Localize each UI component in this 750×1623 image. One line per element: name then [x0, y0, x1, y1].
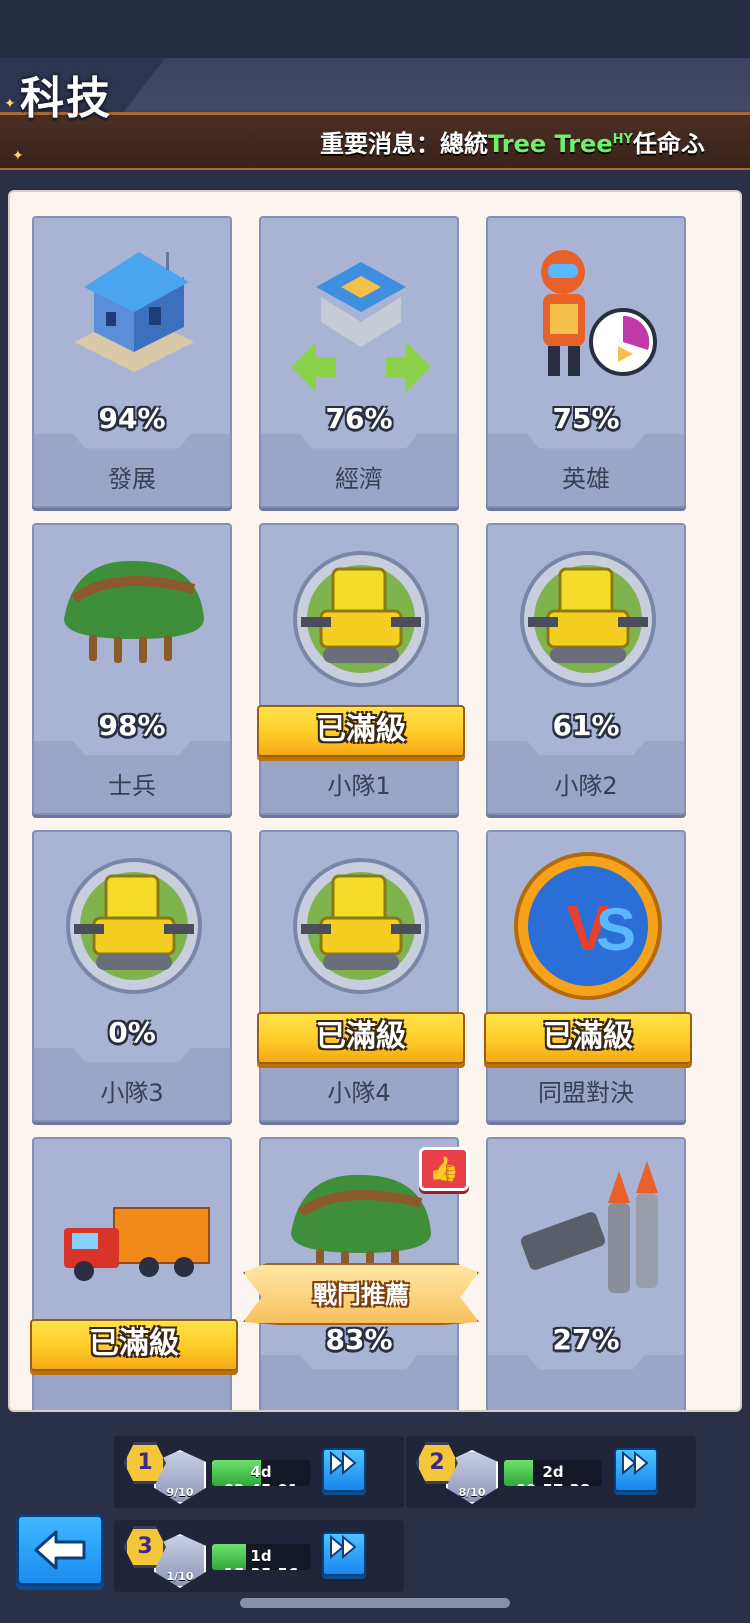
sparkle-icon: ✦ — [12, 148, 24, 164]
speedup-button[interactable] — [322, 1532, 366, 1576]
tech-card[interactable]: 小隊2 61% — [486, 523, 686, 815]
thumbs-up-icon: 👍 — [419, 1147, 469, 1191]
tank-icon — [508, 539, 668, 699]
back-button[interactable] — [16, 1514, 104, 1586]
card-label: 小隊1 — [327, 772, 391, 800]
research-queue-slot[interactable]: 28/102d 09:57:38 — [406, 1436, 696, 1508]
news-player-name: Tree Tree — [488, 130, 613, 158]
research-timer: 4d 02:45:01 — [212, 1460, 310, 1486]
tech-card[interactable]: 小隊1 已滿級 — [257, 523, 465, 815]
tech-card[interactable]: 發展 94% — [32, 216, 232, 508]
progress-percent: 83% — [325, 1323, 393, 1356]
tech-card[interactable]: 經濟 76% — [259, 216, 459, 508]
tech-card[interactable]: 27% — [486, 1137, 686, 1410]
tech-card[interactable]: 小隊3 0% — [32, 830, 232, 1122]
helmet-icon — [54, 539, 214, 699]
timer-text: 4d 02:45:01 — [224, 1463, 299, 1486]
card-label: 小隊3 — [100, 1079, 164, 1107]
news-suffix: 任命ふ — [632, 130, 705, 158]
card-footer — [488, 1355, 684, 1410]
card-label: 同盟對決 — [538, 1079, 634, 1107]
progress-percent: 0% — [108, 1016, 156, 1049]
house-icon — [54, 232, 214, 392]
slot-count: 9/10 — [166, 1486, 194, 1499]
headquarters-icon — [281, 232, 441, 392]
arrow-left-icon — [34, 1530, 86, 1570]
progress-percent: 98% — [98, 709, 166, 742]
max-level-badge: 已滿級 — [257, 1012, 465, 1064]
card-label: 小隊2 — [554, 772, 618, 800]
ribbon-text: 戰鬥推薦 — [313, 1281, 409, 1309]
speedup-button[interactable] — [614, 1448, 658, 1492]
tank-icon — [54, 846, 214, 1006]
news-player-tag: HY — [612, 132, 633, 147]
speedup-button[interactable] — [322, 1448, 366, 1492]
research-timer: 2d 09:57:38 — [504, 1460, 602, 1486]
progress-percent: 76% — [325, 402, 393, 435]
tank-icon — [281, 539, 441, 699]
tech-panel[interactable]: 發展 94% 經濟 76% 英雄 75% 士兵 98% 小隊1 已滿級 小隊2 … — [8, 190, 742, 1412]
fast-forward-icon — [330, 1534, 357, 1560]
max-level-badge: 已滿級 — [257, 705, 465, 757]
progress-percent: 27% — [552, 1323, 620, 1356]
tank-icon — [281, 846, 441, 1006]
tech-grid: 發展 94% 經濟 76% 英雄 75% 士兵 98% 小隊1 已滿級 小隊2 … — [10, 192, 740, 1410]
slot-count: 1/10 — [166, 1570, 194, 1583]
research-queue-slot[interactable]: 19/104d 02:45:01 — [114, 1436, 404, 1508]
page-title: 科技 — [20, 73, 112, 124]
tech-card[interactable]: 小隊4 已滿級 — [257, 830, 465, 1122]
card-label: 士兵 — [108, 772, 156, 800]
home-indicator[interactable] — [240, 1598, 510, 1608]
sparkle-icon: ✦ — [4, 96, 16, 112]
truck-icon — [54, 1153, 214, 1313]
card-label: 經濟 — [335, 465, 383, 493]
slot-count: 8/10 — [458, 1486, 486, 1499]
research-timer: 1d 15:35:56 — [212, 1544, 310, 1570]
max-level-badge: 已滿級 — [30, 1319, 238, 1371]
fast-forward-icon — [330, 1450, 357, 1476]
max-level-badge: 已滿級 — [484, 1012, 692, 1064]
timer-text: 1d 15:35:56 — [224, 1547, 299, 1570]
progress-percent: 94% — [98, 402, 166, 435]
news-prefix: 重要消息：總統 — [320, 130, 488, 158]
battle-recommend-ribbon: 戰鬥推薦 — [243, 1263, 479, 1325]
card-label: 小隊4 — [327, 1079, 391, 1107]
tech-card[interactable]: 已滿級 — [30, 1137, 238, 1410]
tech-card[interactable]: 英雄 75% — [486, 216, 686, 508]
card-label: 發展 — [108, 465, 156, 493]
hero-icon — [508, 232, 668, 392]
tech-card[interactable]: 士兵 98% — [32, 523, 232, 815]
card-footer — [261, 1355, 457, 1410]
svg-text:S: S — [596, 896, 636, 963]
timer-text: 2d 09:57:38 — [516, 1463, 591, 1486]
card-label: 英雄 — [562, 465, 610, 493]
progress-percent: 61% — [552, 709, 620, 742]
news-ticker[interactable]: 重要消息：總統Tree TreeHY任命ふ — [320, 124, 750, 162]
status-bar — [0, 0, 750, 58]
tech-card[interactable]: 83% 戰鬥推薦 👍 — [243, 1137, 479, 1410]
progress-percent: 75% — [552, 402, 620, 435]
fast-forward-icon — [622, 1450, 649, 1476]
missile-icon — [508, 1153, 668, 1313]
versus-icon: V S — [508, 846, 668, 1006]
research-queue-slot[interactable]: 31/101d 15:35:56 — [114, 1520, 404, 1592]
tech-card[interactable]: V S 同盟對決 已滿級 — [484, 830, 692, 1122]
